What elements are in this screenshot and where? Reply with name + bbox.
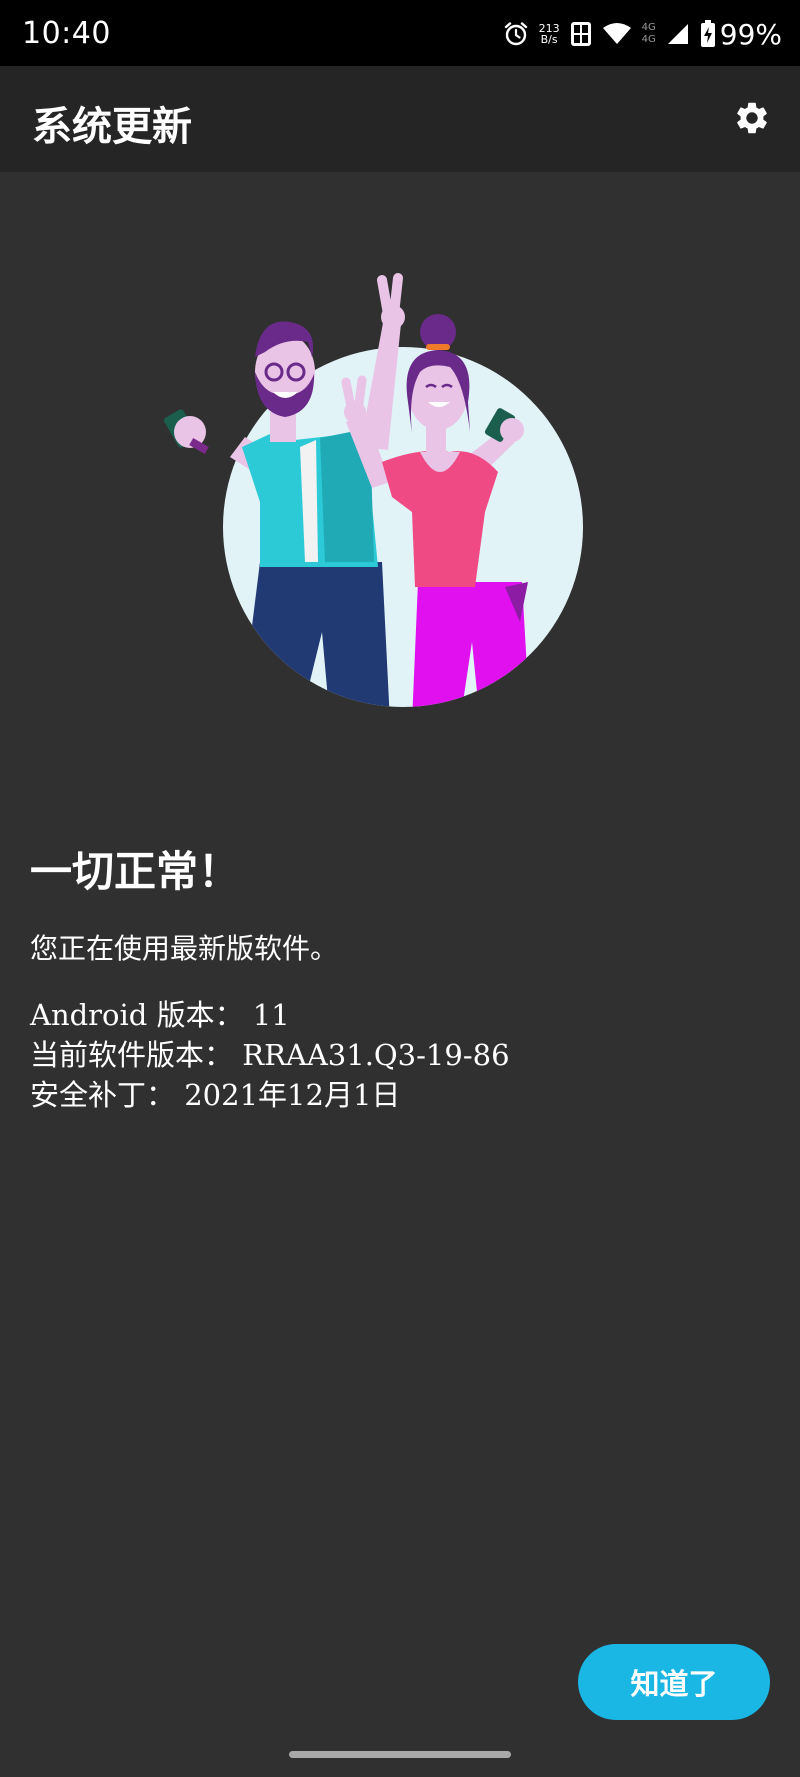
celebration-illustration [150,262,600,722]
software-version-value: RRAA31.Q3-19-86 [242,1038,510,1072]
home-indicator[interactable] [289,1751,511,1758]
status-message: 您正在使用最新版软件。 [30,932,339,965]
status-headline: 一切正常！ [30,847,241,896]
network-type: 4G 4G [642,22,656,46]
security-patch-label: 安全补丁： [30,1078,176,1112]
wifi-icon [602,22,632,46]
got-it-button[interactable]: 知道了 [578,1644,770,1720]
app-bar: 系统更新 [0,66,800,172]
status-bar: 10:40 213 B/s 4G 4G 99% [0,0,800,66]
network-type-bottom: 4G [641,34,656,45]
version-info: Android 版本： 11 当前软件版本： RRAA31.Q3-19-86 安… [30,995,510,1115]
network-type-top: 4G [641,22,656,33]
network-speed-unit: B/s [540,33,558,46]
android-version-label: Android 版本： [30,998,244,1032]
battery-percentage: 99% [719,17,782,51]
signal-icon [666,22,690,46]
android-version-row: Android 版本： 11 [30,995,510,1035]
status-icons: 213 B/s 4G 4G 99% [503,14,782,54]
page-title: 系统更新 [32,104,192,150]
network-speed: 213 B/s [539,23,560,45]
android-version-value: 11 [252,998,290,1032]
battery-charging-icon [700,20,716,48]
status-time: 10:40 [22,16,111,51]
gear-icon [733,99,771,141]
software-version-row: 当前软件版本： RRAA31.Q3-19-86 [30,1035,510,1075]
software-version-label: 当前软件版本： [30,1038,234,1072]
security-patch-value: 2021年12月1日 [184,1078,401,1112]
security-patch-row: 安全补丁： 2021年12月1日 [30,1075,510,1115]
settings-button[interactable] [730,98,774,142]
alarm-icon [503,21,529,47]
sim-hd-icon [570,21,592,47]
